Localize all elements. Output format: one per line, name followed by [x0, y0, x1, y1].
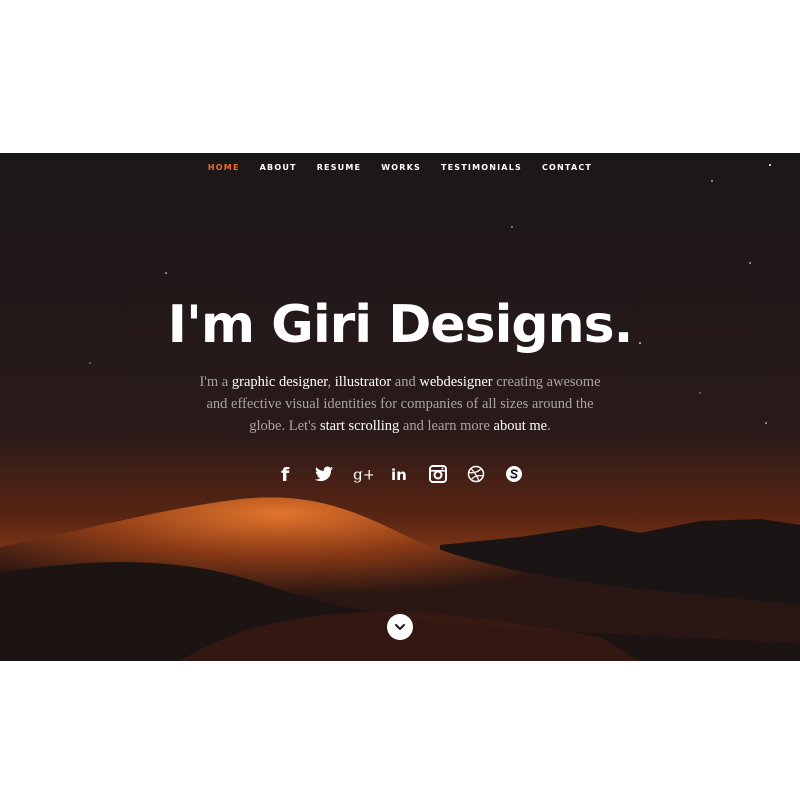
intro-text-part: ,: [327, 374, 335, 390]
hero-headline: I'm Giri Designs.: [167, 295, 634, 355]
intro-text-part: .: [547, 418, 551, 434]
nav-item-home[interactable]: HOME: [208, 160, 240, 176]
social-links: f g+ in: [0, 463, 800, 484]
intro-highlight-about-me[interactable]: about me: [494, 418, 548, 434]
hero-intro-text: I'm a graphic designer, illustrator and …: [190, 371, 610, 437]
chevron-down-icon: [395, 624, 405, 630]
intro-text-part: and learn more: [399, 418, 494, 434]
intro-text-part: and: [391, 374, 420, 390]
nav-item-resume[interactable]: RESUME: [317, 160, 362, 176]
facebook-icon[interactable]: f: [276, 463, 297, 484]
intro-highlight-graphic-designer: graphic designer: [231, 374, 328, 390]
skype-icon[interactable]: [504, 463, 525, 484]
nav-item-works[interactable]: WORKS: [381, 160, 421, 176]
nav-item-testimonials[interactable]: TESTIMONIALS: [441, 160, 522, 176]
hero-section: HOME ABOUT RESUME WORKS TESTIMONIALS CON…: [0, 153, 800, 661]
twitter-icon[interactable]: [314, 463, 335, 484]
linkedin-icon[interactable]: in: [390, 463, 411, 484]
svg-text:in: in: [391, 466, 407, 484]
scroll-down-button[interactable]: [387, 614, 413, 640]
svg-text:f: f: [281, 464, 290, 484]
intro-text-part: I'm a: [199, 374, 232, 390]
intro-highlight-illustrator: illustrator: [334, 374, 392, 390]
dribbble-icon[interactable]: [466, 463, 487, 484]
intro-highlight-start-scrolling[interactable]: start scrolling: [320, 418, 399, 434]
google-plus-icon[interactable]: g+: [352, 463, 372, 484]
instagram-icon[interactable]: [428, 463, 449, 484]
main-nav: HOME ABOUT RESUME WORKS TESTIMONIALS CON…: [0, 160, 800, 176]
intro-highlight-webdesigner: webdesigner: [419, 374, 493, 390]
nav-item-contact[interactable]: CONTACT: [542, 160, 592, 176]
nav-item-about[interactable]: ABOUT: [260, 160, 297, 176]
svg-text:g+: g+: [352, 465, 372, 483]
